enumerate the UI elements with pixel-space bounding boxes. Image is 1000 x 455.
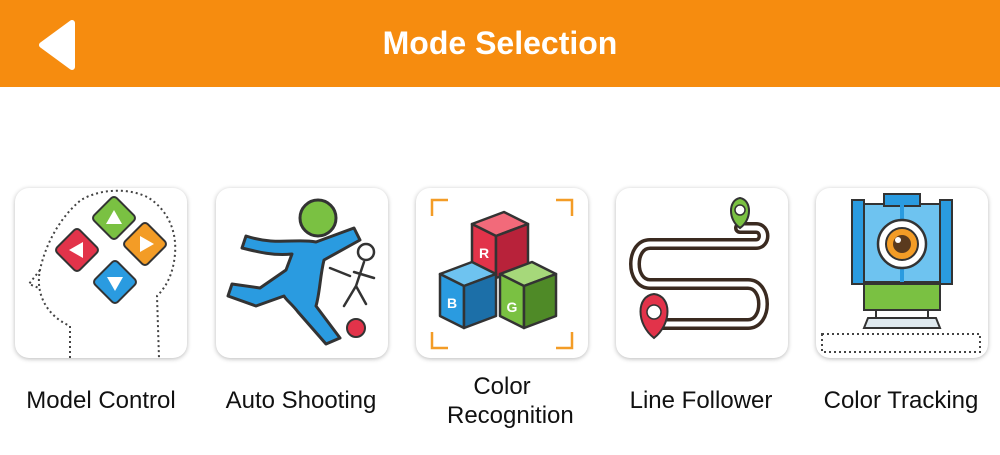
mode-label-color-tracking: Color Tracking [823,387,979,414]
mode-label-color-recognition: Color Recognition [447,373,574,429]
route-path-icon [629,196,770,340]
svg-text:G: G [507,299,518,315]
mode-card-color-tracking[interactable] [816,188,988,358]
header-bar: Mode Selection [0,0,1000,87]
gamepad-head-icon [27,189,177,358]
camera-robot-icon [821,193,981,353]
mode-label-auto-shooting: Auto Shooting [225,387,377,414]
rgb-cubes-icon: R B G [430,198,574,350]
mode-card-color-recognition[interactable]: R B G [416,188,588,358]
soccer-player-icon [226,198,376,346]
mode-card-auto-shooting[interactable] [216,188,388,358]
svg-text:R: R [479,245,489,261]
mode-card-line-follower[interactable] [616,188,788,358]
mode-label-line-follower: Line Follower [629,387,773,414]
svg-text:B: B [447,295,457,311]
mode-label-model-control: Model Control [26,387,176,414]
mode-card-model-control[interactable] [15,188,187,358]
page-title: Mode Selection [382,25,618,61]
